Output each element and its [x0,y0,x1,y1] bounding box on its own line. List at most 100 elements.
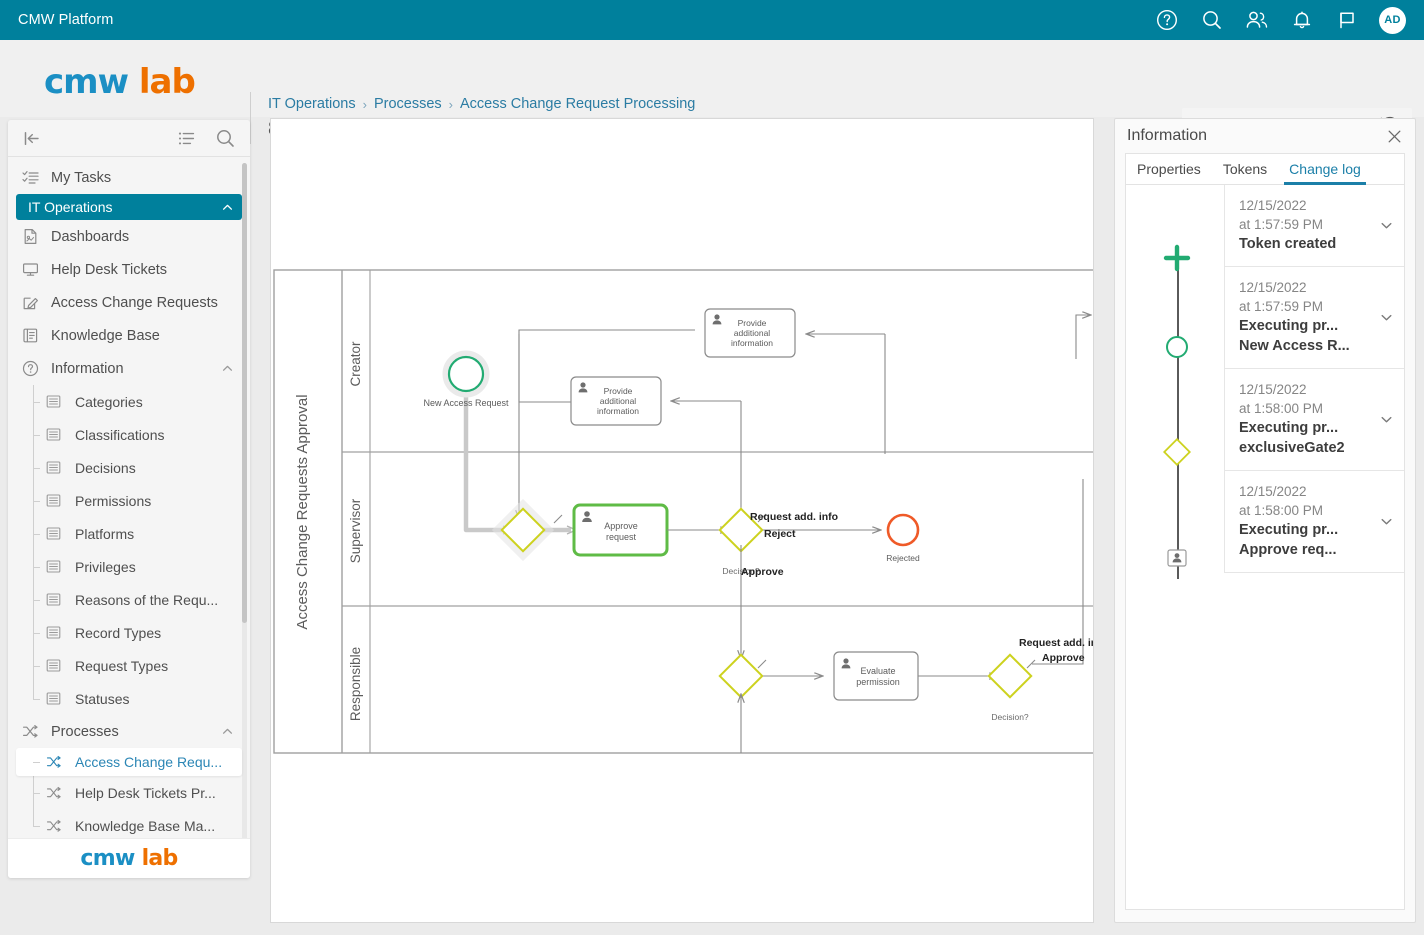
search-icon[interactable] [215,128,236,149]
change-log-timeline [1126,185,1226,909]
sidebar-item-access-change-requests[interactable]: Access Change Requests [8,286,250,319]
entry-title: Executing pr... [1239,418,1373,438]
search-icon[interactable] [1199,7,1225,33]
sidebar-item-knowledge-base[interactable]: Knowledge Base [8,319,250,352]
change-log-entry[interactable]: 12/15/2022 at 1:57:59 PM Token created [1224,185,1404,267]
book-icon [22,327,44,344]
chevron-down-icon[interactable] [1379,514,1394,529]
header-divider [250,92,251,144]
start-event-label: New Access Request [423,398,509,408]
sidebar-item-help-desk-tickets-process[interactable]: Help Desk Tickets Pr... [8,776,250,809]
chevron-down-icon[interactable] [1379,412,1394,427]
change-log-entry[interactable]: 12/15/2022 at 1:57:59 PM Executing pr...… [1224,267,1404,369]
sidebar-item-decisions[interactable]: Decisions [8,451,250,484]
timeline-node-diamond-icon [1162,437,1192,472]
list-icon [46,427,68,442]
breadcrumb-separator-icon: › [449,97,453,112]
notifications-icon[interactable] [1289,7,1315,33]
edit-icon [22,294,44,311]
help-icon[interactable] [1154,7,1180,33]
end-event-rejected [888,515,918,545]
sidebar-item-it-operations[interactable]: IT Operations [16,194,242,220]
chevron-up-icon[interactable] [221,201,234,214]
entry-time: at 1:58:00 PM [1239,501,1373,520]
flow-label-request-add-info: Request add. info [750,511,838,523]
lane-label-responsible: Responsible [348,647,363,721]
entry-date: 12/15/2022 [1239,482,1373,501]
sidebar-item-knowledge-base-management[interactable]: Knowledge Base Ma... [8,809,250,838]
breadcrumb-item-access-change-request-processing[interactable]: Access Change Request Processing [460,96,695,112]
sidebar-item-access-change-requests-process[interactable]: Access Change Requ... [16,748,242,776]
sidebar-item-information[interactable]: Information [8,352,250,385]
user-avatar[interactable]: AD [1379,7,1406,34]
pool-border [274,270,1094,753]
sidebar-item-label: Help Desk Tickets Pr... [75,785,216,801]
chevron-down-icon[interactable] [1379,310,1394,325]
sidebar-item-statuses[interactable]: Statuses [8,682,250,715]
list-view-icon[interactable] [177,129,196,148]
tree-tick [33,826,40,827]
entry-title: Token created [1239,234,1373,254]
task-label: information [597,406,639,416]
sidebar-item-privileges[interactable]: Privileges [8,550,250,583]
sidebar-item-reasons-of-the-request[interactable]: Reasons of the Requ... [8,583,250,616]
flow-provide1-out [519,330,695,334]
tree-tick [33,468,40,469]
sidebar-item-help-desk-tickets[interactable]: Help Desk Tickets [8,253,250,286]
information-panel-body: Properties Tokens Change log [1125,153,1405,910]
flow-label-approve-2: Approve [1042,652,1085,664]
sidebar-item-processes[interactable]: Processes [8,715,250,748]
process-icon [22,723,44,740]
sidebar-item-categories[interactable]: Categories [8,385,250,418]
change-log-entry[interactable]: 12/15/2022 at 1:58:00 PM Executing pr...… [1224,471,1404,573]
entry-subtitle: New Access R... [1239,336,1373,356]
sidebar-item-request-types[interactable]: Request Types [8,649,250,682]
breadcrumb-item-processes[interactable]: Processes [374,96,442,112]
tasks-icon [22,169,44,186]
task-label: request [606,532,637,542]
chevron-down-icon[interactable] [1379,218,1394,233]
task-label: additional [734,328,771,338]
process-diagram-canvas[interactable]: Access Change Requests Approval Creator … [270,118,1094,923]
sidebar-item-label: Categories [75,394,143,410]
monitor-icon [22,261,44,278]
list-icon [46,559,68,574]
flow-label-approve: Approve [741,566,784,578]
logo-cmw-text: cmw [44,62,128,102]
tab-properties[interactable]: Properties [1126,154,1212,184]
tree-tick [33,699,40,700]
sidebar-item-dashboards[interactable]: Dashboards [8,220,250,253]
sub-header: cmw lab IT Operations › Processes › Acce… [0,40,1424,117]
sidebar-item-permissions[interactable]: Permissions [8,484,250,517]
collapse-panel-icon[interactable] [22,129,41,148]
entry-time: at 1:58:00 PM [1239,399,1373,418]
close-icon[interactable] [1386,128,1403,145]
change-log-entry[interactable]: 12/15/2022 at 1:58:00 PM Executing pr...… [1224,369,1404,471]
gateway-shape [720,655,762,697]
timeline-line [1177,261,1179,579]
sidebar-footer-logo: cmw lab [8,838,250,878]
entry-date: 12/15/2022 [1239,278,1373,297]
tab-tokens[interactable]: Tokens [1212,154,1278,184]
sidebar-item-platforms[interactable]: Platforms [8,517,250,550]
task-label: Provide [738,318,767,328]
users-icon[interactable] [1244,7,1270,33]
breadcrumb-item-it-operations[interactable]: IT Operations [268,96,356,112]
cmw-lab-logo-small: cmw lab [80,846,177,871]
gateway-label-decision2: Decision? [991,712,1029,722]
sidebar-item-label: Knowledge Base Ma... [75,818,215,834]
tab-change-log[interactable]: Change log [1278,154,1372,184]
bpmn-diagram[interactable]: Access Change Requests Approval Creator … [271,119,1094,923]
tree-tick [33,435,40,436]
end-event-label: Rejected [886,553,920,563]
messages-flag-icon[interactable] [1334,7,1360,33]
sidebar-item-my-tasks[interactable]: My Tasks [8,161,250,194]
chevron-up-icon[interactable] [221,725,234,738]
list-icon [46,658,68,673]
logo-cmw-text: cmw [80,846,134,871]
sidebar-item-record-types[interactable]: Record Types [8,616,250,649]
sidebar-item-classifications[interactable]: Classifications [8,418,250,451]
chevron-up-icon[interactable] [221,362,234,375]
sidebar-item-label: Platforms [75,526,134,542]
dashboard-icon [22,228,44,245]
